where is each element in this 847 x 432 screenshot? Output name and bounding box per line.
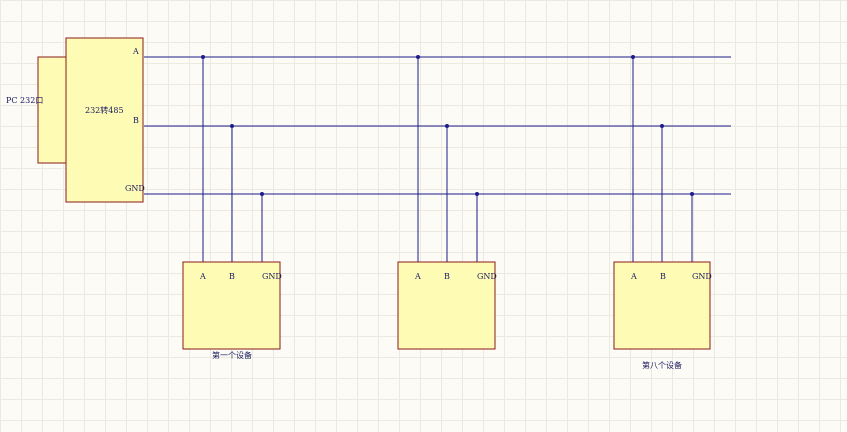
junction-dot xyxy=(230,124,234,128)
converter-pin-gnd: GND xyxy=(125,184,145,193)
pc-232-port[interactable]: PC 232口 xyxy=(6,56,67,164)
schematic-canvas: PC 232口 232转485 A B GND A B GND 第一个设备 A … xyxy=(6,37,731,370)
converter-pin-a: A xyxy=(132,47,139,56)
drop-wires xyxy=(202,57,693,262)
pc-port-label: PC 232口 xyxy=(6,96,43,105)
device-3[interactable]: A B GND 第八个设备 xyxy=(613,261,712,370)
junction-dot xyxy=(260,192,264,196)
device-1-pin-gnd: GND xyxy=(262,272,282,281)
converter-box[interactable] xyxy=(65,37,144,203)
device-1[interactable]: A B GND 第一个设备 xyxy=(182,261,282,360)
junction-dot xyxy=(660,124,664,128)
device-2-pin-gnd: GND xyxy=(477,272,497,281)
junction-dot xyxy=(475,192,479,196)
device-1-pin-b: B xyxy=(229,272,235,281)
device-2[interactable]: A B GND xyxy=(397,261,497,350)
converter-232-485[interactable]: 232转485 A B GND xyxy=(65,37,145,203)
converter-label: 232转485 xyxy=(85,105,124,115)
device-2-pin-b: B xyxy=(444,272,450,281)
device-3-pin-a: A xyxy=(630,272,637,281)
device-1-pin-a: A xyxy=(199,272,206,281)
device-2-pin-a: A xyxy=(414,272,421,281)
device-3-pin-gnd: GND xyxy=(692,272,712,281)
junction-dot xyxy=(416,55,420,59)
junction-dot xyxy=(201,55,205,59)
device-1-caption: 第一个设备 xyxy=(212,350,252,360)
junction-dot xyxy=(690,192,694,196)
junction-dot xyxy=(631,55,635,59)
converter-pin-b: B xyxy=(133,116,139,125)
pc-port-box[interactable] xyxy=(37,56,67,164)
junction-dot xyxy=(445,124,449,128)
device-3-caption: 第八个设备 xyxy=(642,360,682,370)
device-3-pin-b: B xyxy=(660,272,666,281)
